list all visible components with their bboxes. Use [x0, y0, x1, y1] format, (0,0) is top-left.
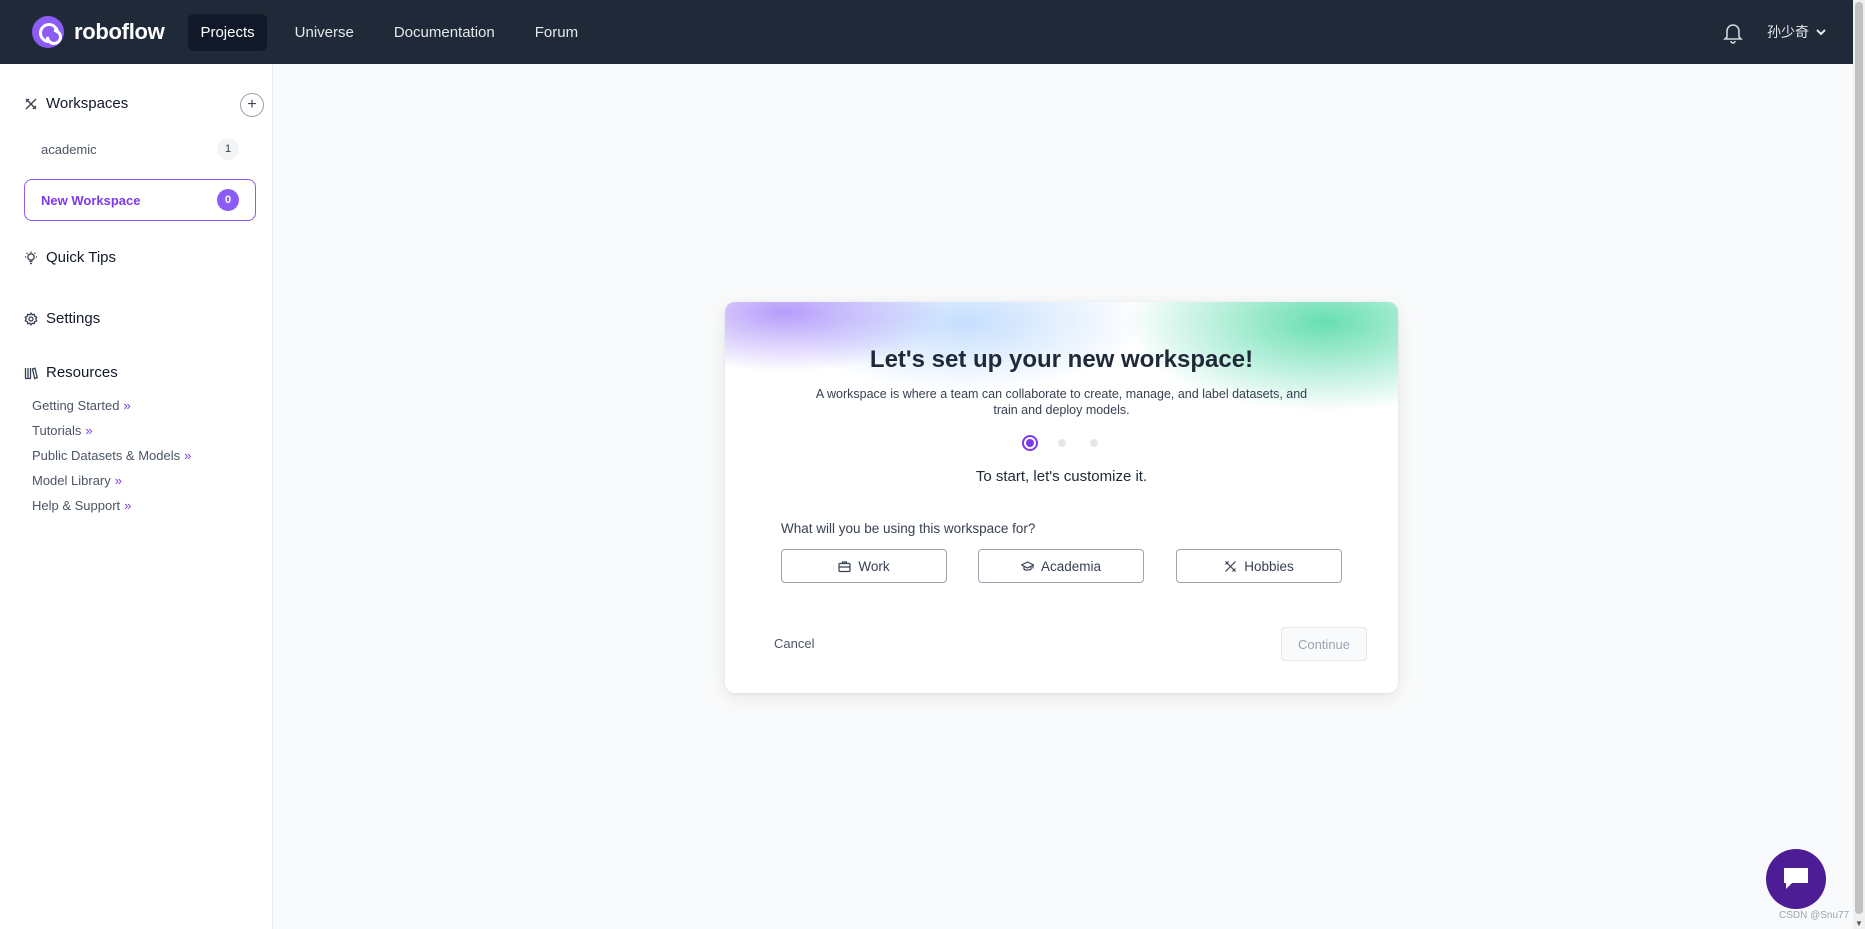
- roboflow-logo[interactable]: roboflow: [32, 16, 165, 48]
- add-workspace-button[interactable]: +: [240, 93, 264, 117]
- resource-label: Model Library: [32, 473, 111, 488]
- lightbulb-icon: [25, 251, 37, 264]
- graduation-cap-icon: [1020, 560, 1034, 571]
- double-chevron-right-icon: »: [114, 473, 122, 488]
- top-navigation-bar: roboflow Projects Universe Documentation…: [0, 0, 1853, 64]
- resources-list: Getting Started » Tutorials » Public Dat…: [32, 393, 191, 518]
- resource-label: Help & Support: [32, 498, 121, 513]
- resource-label: Getting Started: [32, 398, 120, 413]
- double-chevron-right-icon: »: [124, 498, 132, 513]
- double-chevron-right-icon: »: [123, 398, 131, 413]
- option-hobbies-button[interactable]: Hobbies: [1176, 549, 1342, 583]
- resource-link-help-support[interactable]: Help & Support »: [32, 493, 191, 518]
- usage-question: What will you be using this workspace fo…: [781, 521, 1036, 536]
- tools-icon: [1225, 560, 1237, 572]
- bell-icon[interactable]: [1721, 20, 1745, 44]
- sidebar-item-academic[interactable]: academic: [41, 142, 97, 157]
- option-academia-label: Academia: [1040, 558, 1102, 574]
- modal-title: Let's set up your new workspace!: [869, 346, 1254, 373]
- nav-universe[interactable]: Universe: [283, 14, 366, 51]
- resource-label: Tutorials: [32, 423, 82, 438]
- watermark: CSDN @Snu77: [1779, 910, 1850, 921]
- quick-tips-link[interactable]: Quick Tips: [24, 249, 116, 266]
- step-dot-1: [1021, 435, 1038, 451]
- books-icon: [24, 366, 38, 379]
- double-chevron-right-icon: »: [85, 423, 93, 438]
- sidebar: Workspaces + academic 1 New Workspace 0 …: [0, 64, 273, 929]
- user-menu[interactable]: 孙少奇: [1767, 22, 1827, 42]
- resources-heading: Resources: [24, 364, 118, 381]
- resource-link-public-datasets[interactable]: Public Datasets & Models »: [32, 443, 191, 468]
- step-dot-2: [1057, 439, 1066, 447]
- plus-icon: +: [247, 96, 257, 113]
- option-hobbies-label: Hobbies: [1244, 558, 1294, 574]
- page-scrollbar[interactable]: ▼: [1853, 0, 1865, 929]
- nav-documentation[interactable]: Documentation: [382, 14, 507, 51]
- quick-tips-label: Quick Tips: [46, 249, 117, 266]
- step-dot-3: [1089, 439, 1098, 447]
- workspaces-heading: Workspaces: [24, 95, 128, 112]
- step-indicator: [725, 435, 1398, 451]
- resource-link-model-library[interactable]: Model Library »: [32, 468, 191, 493]
- settings-label: Settings: [46, 310, 101, 327]
- cancel-button[interactable]: Cancel: [774, 636, 814, 651]
- resource-link-getting-started[interactable]: Getting Started »: [32, 393, 191, 418]
- option-academia-button[interactable]: Academia: [978, 549, 1144, 583]
- user-name: 孙少奇: [1767, 24, 1809, 40]
- new-workspace-count-badge: 0: [217, 189, 239, 211]
- tools-icon: [25, 98, 37, 109]
- chevron-down-icon: [1816, 29, 1826, 36]
- modal-description: A workspace is where a team can collabor…: [815, 387, 1308, 417]
- new-workspace-label: New Workspace: [41, 192, 141, 208]
- new-workspace-modal: Let's set up your new workspace! A works…: [725, 302, 1398, 693]
- brand-name: roboflow: [74, 19, 165, 44]
- roboflow-logo-icon: [32, 16, 64, 48]
- briefcase-icon: [838, 560, 851, 572]
- workspaces-label: Workspaces: [46, 95, 129, 112]
- chat-bubble-icon: [1784, 868, 1808, 889]
- scrollbar-thumb[interactable]: [1855, 2, 1863, 914]
- workspace-count-badge: 1: [217, 138, 239, 160]
- modal-subtitle: To start, let's customize it.: [975, 468, 1148, 485]
- sidebar-item-new-workspace[interactable]: New Workspace 0: [24, 179, 256, 221]
- option-work-label: Work: [858, 558, 890, 574]
- settings-link[interactable]: Settings: [24, 310, 100, 327]
- continue-button[interactable]: Continue: [1281, 627, 1367, 661]
- nav-projects[interactable]: Projects: [188, 13, 267, 51]
- resource-link-tutorials[interactable]: Tutorials »: [32, 418, 191, 443]
- scroll-down-arrow-icon[interactable]: ▼: [1855, 919, 1863, 928]
- header-right: 孙少奇: [1721, 0, 1827, 64]
- resources-label: Resources: [46, 364, 118, 381]
- resource-label: Public Datasets & Models: [32, 448, 181, 463]
- nav-forum[interactable]: Forum: [523, 14, 590, 51]
- option-work-button[interactable]: Work: [781, 549, 947, 583]
- double-chevron-right-icon: »: [184, 448, 192, 463]
- gear-icon: [24, 311, 38, 326]
- chat-button[interactable]: [1766, 849, 1826, 909]
- main-nav: Projects Universe Documentation Forum: [188, 13, 606, 51]
